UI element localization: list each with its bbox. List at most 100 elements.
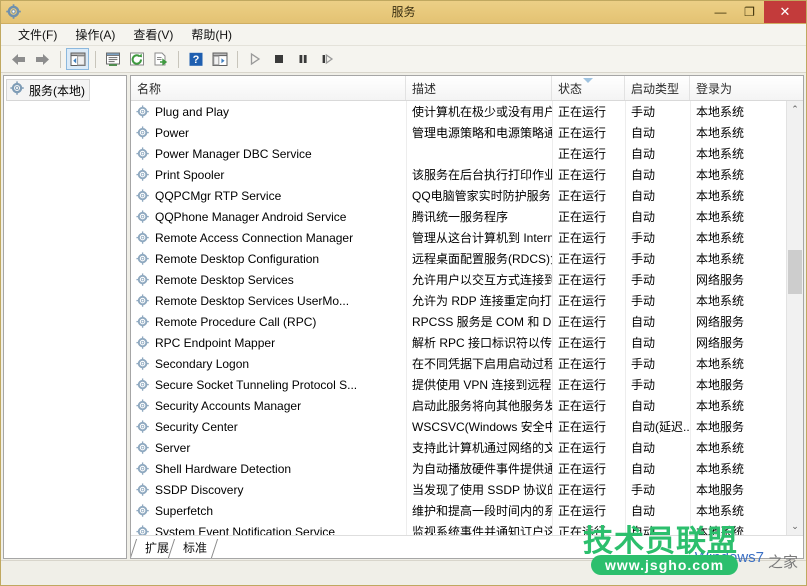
cell-status: 正在运行	[552, 187, 625, 204]
cell-service-name: Security Center	[131, 420, 406, 434]
table-row[interactable]: Power Manager DBC Service正在运行自动本地系统	[131, 143, 786, 164]
service-name-label: Security Accounts Manager	[155, 399, 301, 413]
cell-description: 腾讯统一服务程序	[406, 208, 552, 225]
column-header-startup-type[interactable]: 启动类型	[625, 76, 690, 100]
cell-log-on-as: 本地系统	[690, 166, 756, 183]
column-header-name[interactable]: 名称	[131, 76, 406, 100]
table-row[interactable]: Remote Access Connection Manager管理从这台计算机…	[131, 227, 786, 248]
toolbar-pause-service[interactable]	[291, 48, 314, 70]
toolbar-export[interactable]	[149, 48, 172, 70]
scroll-down-arrow-icon[interactable]: ⌄	[787, 518, 803, 535]
cell-service-name: Shell Hardware Detection	[131, 462, 406, 476]
service-gear-icon	[136, 168, 150, 182]
cell-description: 启动此服务将向其他服务发出...	[406, 397, 552, 414]
tab-standard[interactable]: 标准	[171, 539, 215, 558]
table-row[interactable]: Security CenterWSCSVC(Windows 安全中心...正在运…	[131, 416, 786, 437]
minimize-button[interactable]: —	[706, 1, 735, 23]
table-row[interactable]: Secure Socket Tunneling Protocol S...提供使…	[131, 374, 786, 395]
menu-action[interactable]: 操作(A)	[66, 25, 124, 45]
table-row[interactable]: Shell Hardware Detection为自动播放硬件事件提供通知。正在…	[131, 458, 786, 479]
cell-log-on-as: 本地服务	[690, 481, 756, 498]
status-bar	[1, 560, 806, 585]
table-row[interactable]: SSDP Discovery当发现了使用 SSDP 协议的网...正在运行手动本…	[131, 479, 786, 500]
table-row[interactable]: RPC Endpoint Mapper解析 RPC 接口标识符以传输...正在运…	[131, 332, 786, 353]
cell-description: 允许为 RDP 连接重定向打印...	[406, 292, 552, 309]
cell-status: 正在运行	[552, 208, 625, 225]
toolbar-back[interactable]	[7, 48, 30, 70]
scrollbar-track[interactable]	[787, 118, 803, 518]
scroll-up-arrow-icon[interactable]: ⌃	[787, 101, 803, 118]
service-gear-icon	[136, 357, 150, 371]
service-gear-icon	[136, 189, 150, 203]
toolbar-refresh[interactable]	[125, 48, 148, 70]
service-gear-icon	[136, 147, 150, 161]
cell-service-name: Secure Socket Tunneling Protocol S...	[131, 378, 406, 392]
toolbar-show-tree[interactable]	[66, 48, 89, 70]
service-name-label: Plug and Play	[155, 105, 229, 119]
toolbar-forward[interactable]	[31, 48, 54, 70]
toolbar-help[interactable]: ?	[184, 48, 207, 70]
column-header-label: 登录为	[696, 80, 732, 97]
cell-description: 允许用户以交互方式连接到远...	[406, 271, 552, 288]
content-area: 服务(本地) 名称 描述 状态 启动类型 登录为	[1, 73, 806, 559]
cell-service-name: RPC Endpoint Mapper	[131, 336, 406, 350]
sidebar-item-services-local[interactable]: 服务(本地)	[6, 79, 90, 101]
toolbar-properties[interactable]	[101, 48, 124, 70]
cell-log-on-as: 本地系统	[690, 355, 756, 372]
service-name-label: Remote Access Connection Manager	[155, 231, 353, 245]
cell-status: 正在运行	[552, 376, 625, 393]
service-name-label: Power	[155, 126, 189, 140]
cell-startup-type: 手动	[625, 250, 690, 267]
cell-description: QQ电脑管家实时防护服务	[406, 187, 552, 204]
table-row[interactable]: Print Spooler该服务在后台执行打印作业并...正在运行自动本地系统	[131, 164, 786, 185]
title-bar: 服务 — ❐ ✕	[1, 1, 806, 24]
menu-help[interactable]: 帮助(H)	[182, 25, 241, 45]
cell-status: 正在运行	[552, 250, 625, 267]
table-row[interactable]: Remote Desktop Services允许用户以交互方式连接到远...正…	[131, 269, 786, 290]
cell-status: 正在运行	[552, 292, 625, 309]
table-row[interactable]: Power管理电源策略和电源策略通知...正在运行自动本地系统	[131, 122, 786, 143]
column-header-status[interactable]: 状态	[552, 76, 625, 100]
table-row[interactable]: QQPCMgr RTP ServiceQQ电脑管家实时防护服务正在运行自动本地系…	[131, 185, 786, 206]
cell-description: 为自动播放硬件事件提供通知。	[406, 460, 552, 477]
column-header-description[interactable]: 描述	[406, 76, 552, 100]
cell-service-name: Plug and Play	[131, 105, 406, 119]
cell-log-on-as: 本地服务	[690, 418, 756, 435]
table-row[interactable]: System Event Notification Service监视系统事件并…	[131, 521, 786, 535]
column-header-log-on-as[interactable]: 登录为	[690, 76, 756, 100]
service-name-label: Power Manager DBC Service	[155, 147, 312, 161]
service-gear-icon	[136, 483, 150, 497]
table-row[interactable]: Plug and Play使计算机在极少或没有用户输...正在运行手动本地系统	[131, 101, 786, 122]
table-row[interactable]: Remote Desktop Services UserMo...允许为 RDP…	[131, 290, 786, 311]
cell-service-name: Server	[131, 441, 406, 455]
table-row[interactable]: Remote Desktop Configuration远程桌面配置服务(RDC…	[131, 248, 786, 269]
cell-startup-type: 自动	[625, 166, 690, 183]
table-row[interactable]: Security Accounts Manager 启动此服务将向其他服务发出..…	[131, 395, 786, 416]
table-row[interactable]: Secondary Logon在不同凭据下启用启动过程。...正在运行手动本地系…	[131, 353, 786, 374]
toolbar-console-view[interactable]	[208, 48, 231, 70]
cell-log-on-as: 本地系统	[690, 124, 756, 141]
table-row[interactable]: QQPhone Manager Android Service腾讯统一服务程序正…	[131, 206, 786, 227]
column-header-label: 启动类型	[631, 80, 679, 97]
scrollbar-thumb[interactable]	[788, 250, 802, 294]
toolbar-stop-service[interactable]	[267, 48, 290, 70]
cell-description: 支持此计算机通过网络的文件...	[406, 439, 552, 456]
maximize-button[interactable]: ❐	[735, 1, 764, 23]
table-row[interactable]: Superfetch维护和提高一段时间内的系统...正在运行自动本地系统	[131, 500, 786, 521]
table-row[interactable]: Remote Procedure Call (RPC)RPCSS 服务是 COM…	[131, 311, 786, 332]
vertical-scrollbar[interactable]: ⌃ ⌄	[786, 101, 803, 535]
menu-view[interactable]: 查看(V)	[124, 25, 182, 45]
menu-file[interactable]: 文件(F)	[9, 25, 66, 45]
close-button[interactable]: ✕	[764, 1, 806, 23]
cell-log-on-as: 本地系统	[690, 250, 756, 267]
toolbar-restart-service[interactable]	[315, 48, 338, 70]
window-controls: — ❐ ✕	[706, 1, 806, 23]
toolbar-start-service[interactable]	[243, 48, 266, 70]
cell-log-on-as: 网络服务	[690, 313, 756, 330]
cell-service-name: Print Spooler	[131, 168, 406, 182]
cell-service-name: Power	[131, 126, 406, 140]
table-row[interactable]: Server支持此计算机通过网络的文件...正在运行自动本地系统	[131, 437, 786, 458]
service-name-label: Superfetch	[155, 504, 213, 518]
cell-startup-type: 自动	[625, 124, 690, 141]
cell-status: 正在运行	[552, 439, 625, 456]
